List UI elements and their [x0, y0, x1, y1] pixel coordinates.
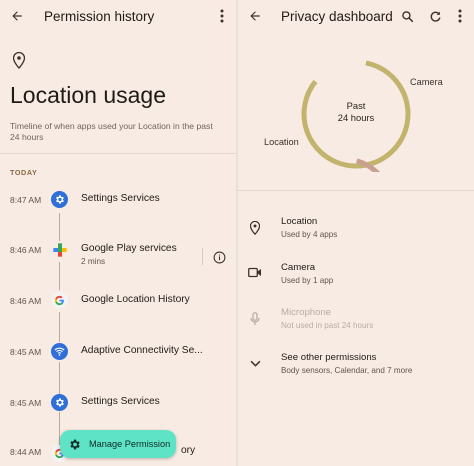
timeline-connector: [59, 362, 60, 394]
timeline-time: 8:47 AM: [10, 195, 42, 205]
manage-permission-label: Manage Permission: [89, 439, 171, 449]
search-icon[interactable]: [398, 7, 416, 25]
permission-title: See other permissions: [281, 352, 377, 363]
divider: [238, 190, 474, 191]
permission-subtitle: Not used in past 24 hours: [281, 321, 374, 330]
section-label-today: TODAY: [10, 168, 38, 177]
divider: [0, 153, 236, 154]
permission-subtitle: Body sensors, Calendar, and 7 more: [281, 366, 413, 375]
permission-subtitle: Used by 1 app: [281, 276, 334, 285]
donut-center-label: Past 24 hours: [308, 100, 404, 124]
timeline-connector: [59, 312, 60, 342]
timeline-time: 8:44 AM: [10, 447, 42, 457]
permission-title: Microphone: [281, 307, 332, 318]
camera-icon: [247, 265, 263, 279]
permission-subtitle: Used by 4 apps: [281, 230, 338, 239]
google-play-services-icon: [51, 241, 68, 258]
google-g-icon: [51, 292, 68, 309]
donut-label-location: Location: [264, 137, 299, 147]
timeline-time: 8:46 AM: [10, 245, 42, 255]
location-pin-icon: [11, 50, 27, 70]
microphone-icon: [248, 310, 262, 327]
timeline-connector: [59, 213, 60, 241]
chevron-down-icon: [247, 356, 263, 370]
timeline-app-name: Google Location History: [81, 294, 190, 305]
manage-permission-button[interactable]: Manage Permission: [60, 430, 176, 458]
settings-gear-icon: [68, 438, 81, 451]
back-arrow-icon[interactable]: [246, 7, 264, 25]
settings-services-icon: [51, 191, 68, 208]
donut-center-line2: 24 hours: [337, 112, 375, 123]
appbar-title: Permission history: [44, 9, 155, 24]
permission-title: Location: [281, 216, 318, 227]
timeline-duration: 2 mins: [81, 257, 106, 266]
timeline-time: 8:45 AM: [10, 398, 42, 408]
info-icon[interactable]: [211, 249, 227, 265]
settings-services-icon: [51, 394, 68, 411]
permission-history-screen: Permission history Location usage Timeli…: [0, 0, 236, 466]
timeline-time: 8:46 AM: [10, 296, 42, 306]
donut-center-line1: Past: [346, 100, 366, 111]
timeline-time: 8:45 AM: [10, 347, 42, 357]
back-arrow-icon[interactable]: [8, 7, 26, 25]
more-options-icon[interactable]: [214, 7, 230, 25]
refresh-icon[interactable]: [426, 7, 444, 25]
timeline-app-name: Google Play services: [81, 243, 177, 254]
appbar-title: Privacy dashboard: [281, 9, 393, 24]
page-subtitle: Timeline of when apps used your Location…: [10, 121, 213, 142]
permission-title: Camera: [281, 262, 316, 273]
divider: [202, 248, 203, 265]
location-pin-icon: [248, 219, 262, 236]
page-title: Location usage: [10, 82, 167, 108]
timeline-connector: [59, 262, 60, 290]
timeline-app-name: Settings Services: [81, 396, 160, 407]
timeline-app-name: ory: [181, 445, 196, 456]
timeline-app-name: Settings Services: [81, 193, 160, 204]
donut-label-camera: Camera: [410, 77, 443, 87]
timeline-app-name: Adaptive Connectivity Se...: [81, 345, 203, 356]
adaptive-connectivity-icon: [51, 343, 68, 360]
more-options-icon[interactable]: [452, 7, 468, 25]
